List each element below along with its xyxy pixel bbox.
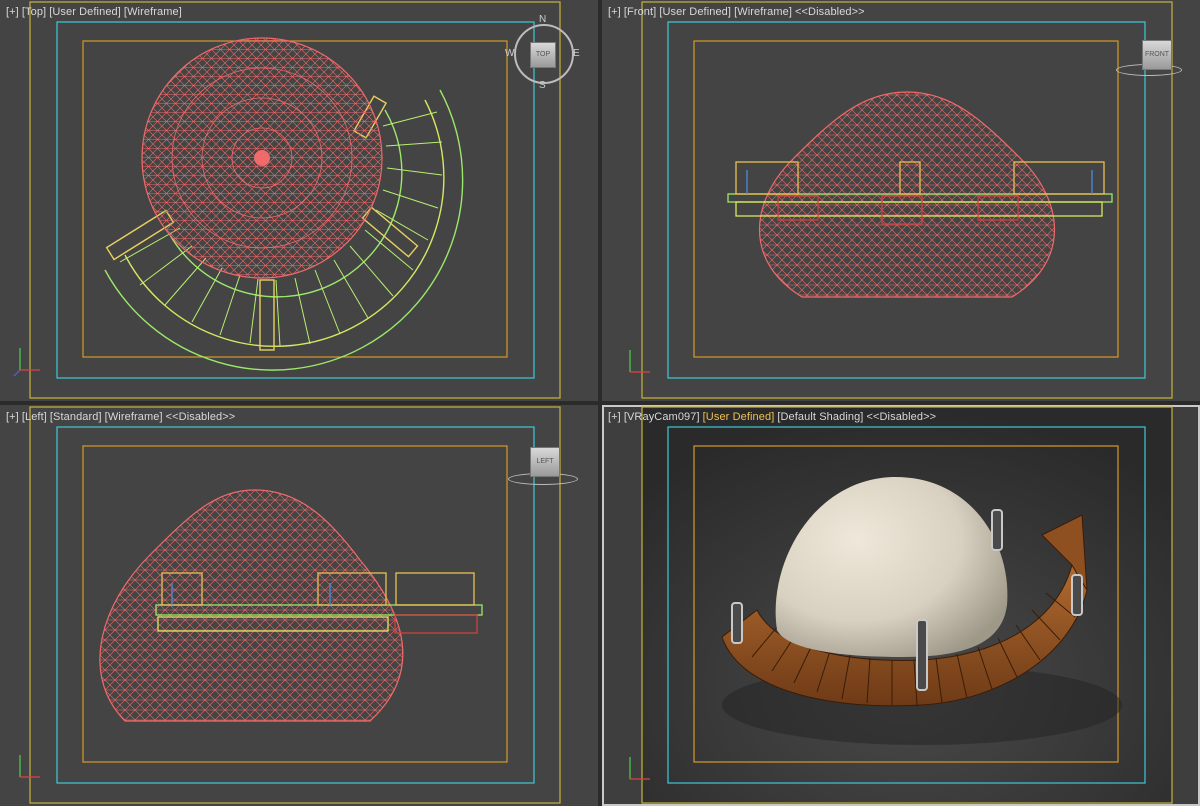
viewport-top[interactable]: [+] [Top] [User Defined] [Wireframe] TOP N …: [0, 0, 598, 401]
viewcube[interactable]: TOP: [530, 42, 556, 68]
viewport-disabled-state: <<Disabled>>: [866, 411, 937, 423]
viewport-left-label: [+] [Left] [Standard] [Wireframe] <<Disabled…: [6, 411, 238, 423]
viewport-left[interactable]: [+] [Left] [Standard] [Wireframe] <<Disabled…: [0, 405, 598, 806]
dome-wire-top: [141, 37, 383, 279]
viewport-shading[interactable]: [Wireframe]: [105, 411, 163, 423]
viewport-projection[interactable]: [Standard]: [50, 411, 102, 423]
viewport-projection[interactable]: [User Defined]: [49, 6, 121, 18]
compass-north: N: [539, 14, 547, 25]
viewport-point-of-view[interactable]: [VRayCam097]: [624, 411, 700, 423]
viewport-shading[interactable]: [Default Shading]: [777, 411, 863, 423]
compass-south: S: [539, 80, 546, 91]
viewport-menu-plus[interactable]: [+]: [6, 6, 19, 18]
viewport-projection[interactable]: [User Defined]: [703, 411, 775, 423]
viewport-camera-scene: [629, 406, 1173, 804]
viewport-menu-plus[interactable]: [+]: [608, 6, 621, 18]
viewport-camera-label: [+] [VRayCam097] [User Defined] [Default Sh…: [608, 411, 939, 423]
viewport-disabled-state: <<Disabled>>: [795, 6, 865, 18]
viewcube[interactable]: LEFT: [530, 447, 560, 477]
viewport-menu-plus[interactable]: [+]: [608, 411, 621, 423]
viewport-shading[interactable]: [Wireframe]: [124, 6, 182, 18]
compass-east: E: [573, 48, 580, 59]
viewport-left-scene: [19, 406, 561, 804]
viewport-shading[interactable]: [Wireframe]: [734, 6, 792, 18]
viewcube[interactable]: FRONT: [1142, 40, 1172, 70]
viewport-camera[interactable]: [+] [VRayCam097] [User Defined] [Default Sh…: [602, 405, 1200, 806]
viewport-menu-plus[interactable]: [+]: [6, 411, 19, 423]
viewport-point-of-view[interactable]: [Left]: [22, 411, 47, 423]
viewport-disabled-state: <<Disabled>>: [165, 411, 236, 423]
viewport-front-scene: [629, 1, 1173, 399]
axis-tripod: [13, 348, 40, 377]
compass-west: W: [505, 48, 515, 59]
viewport-front-label: [+] [Front] [User Defined] [Wireframe] <<Dis…: [608, 6, 868, 18]
viewport-top-label: [+] [Top] [User Defined] [Wireframe]: [6, 6, 185, 18]
viewport-top-scene: [13, 1, 561, 399]
viewport-point-of-view[interactable]: [Top]: [22, 6, 46, 18]
viewport-front[interactable]: [+] [Front] [User Defined] [Wireframe] <<Dis…: [602, 0, 1200, 401]
viewport-point-of-view[interactable]: [Front]: [624, 6, 657, 18]
viewport-projection[interactable]: [User Defined]: [659, 6, 731, 18]
